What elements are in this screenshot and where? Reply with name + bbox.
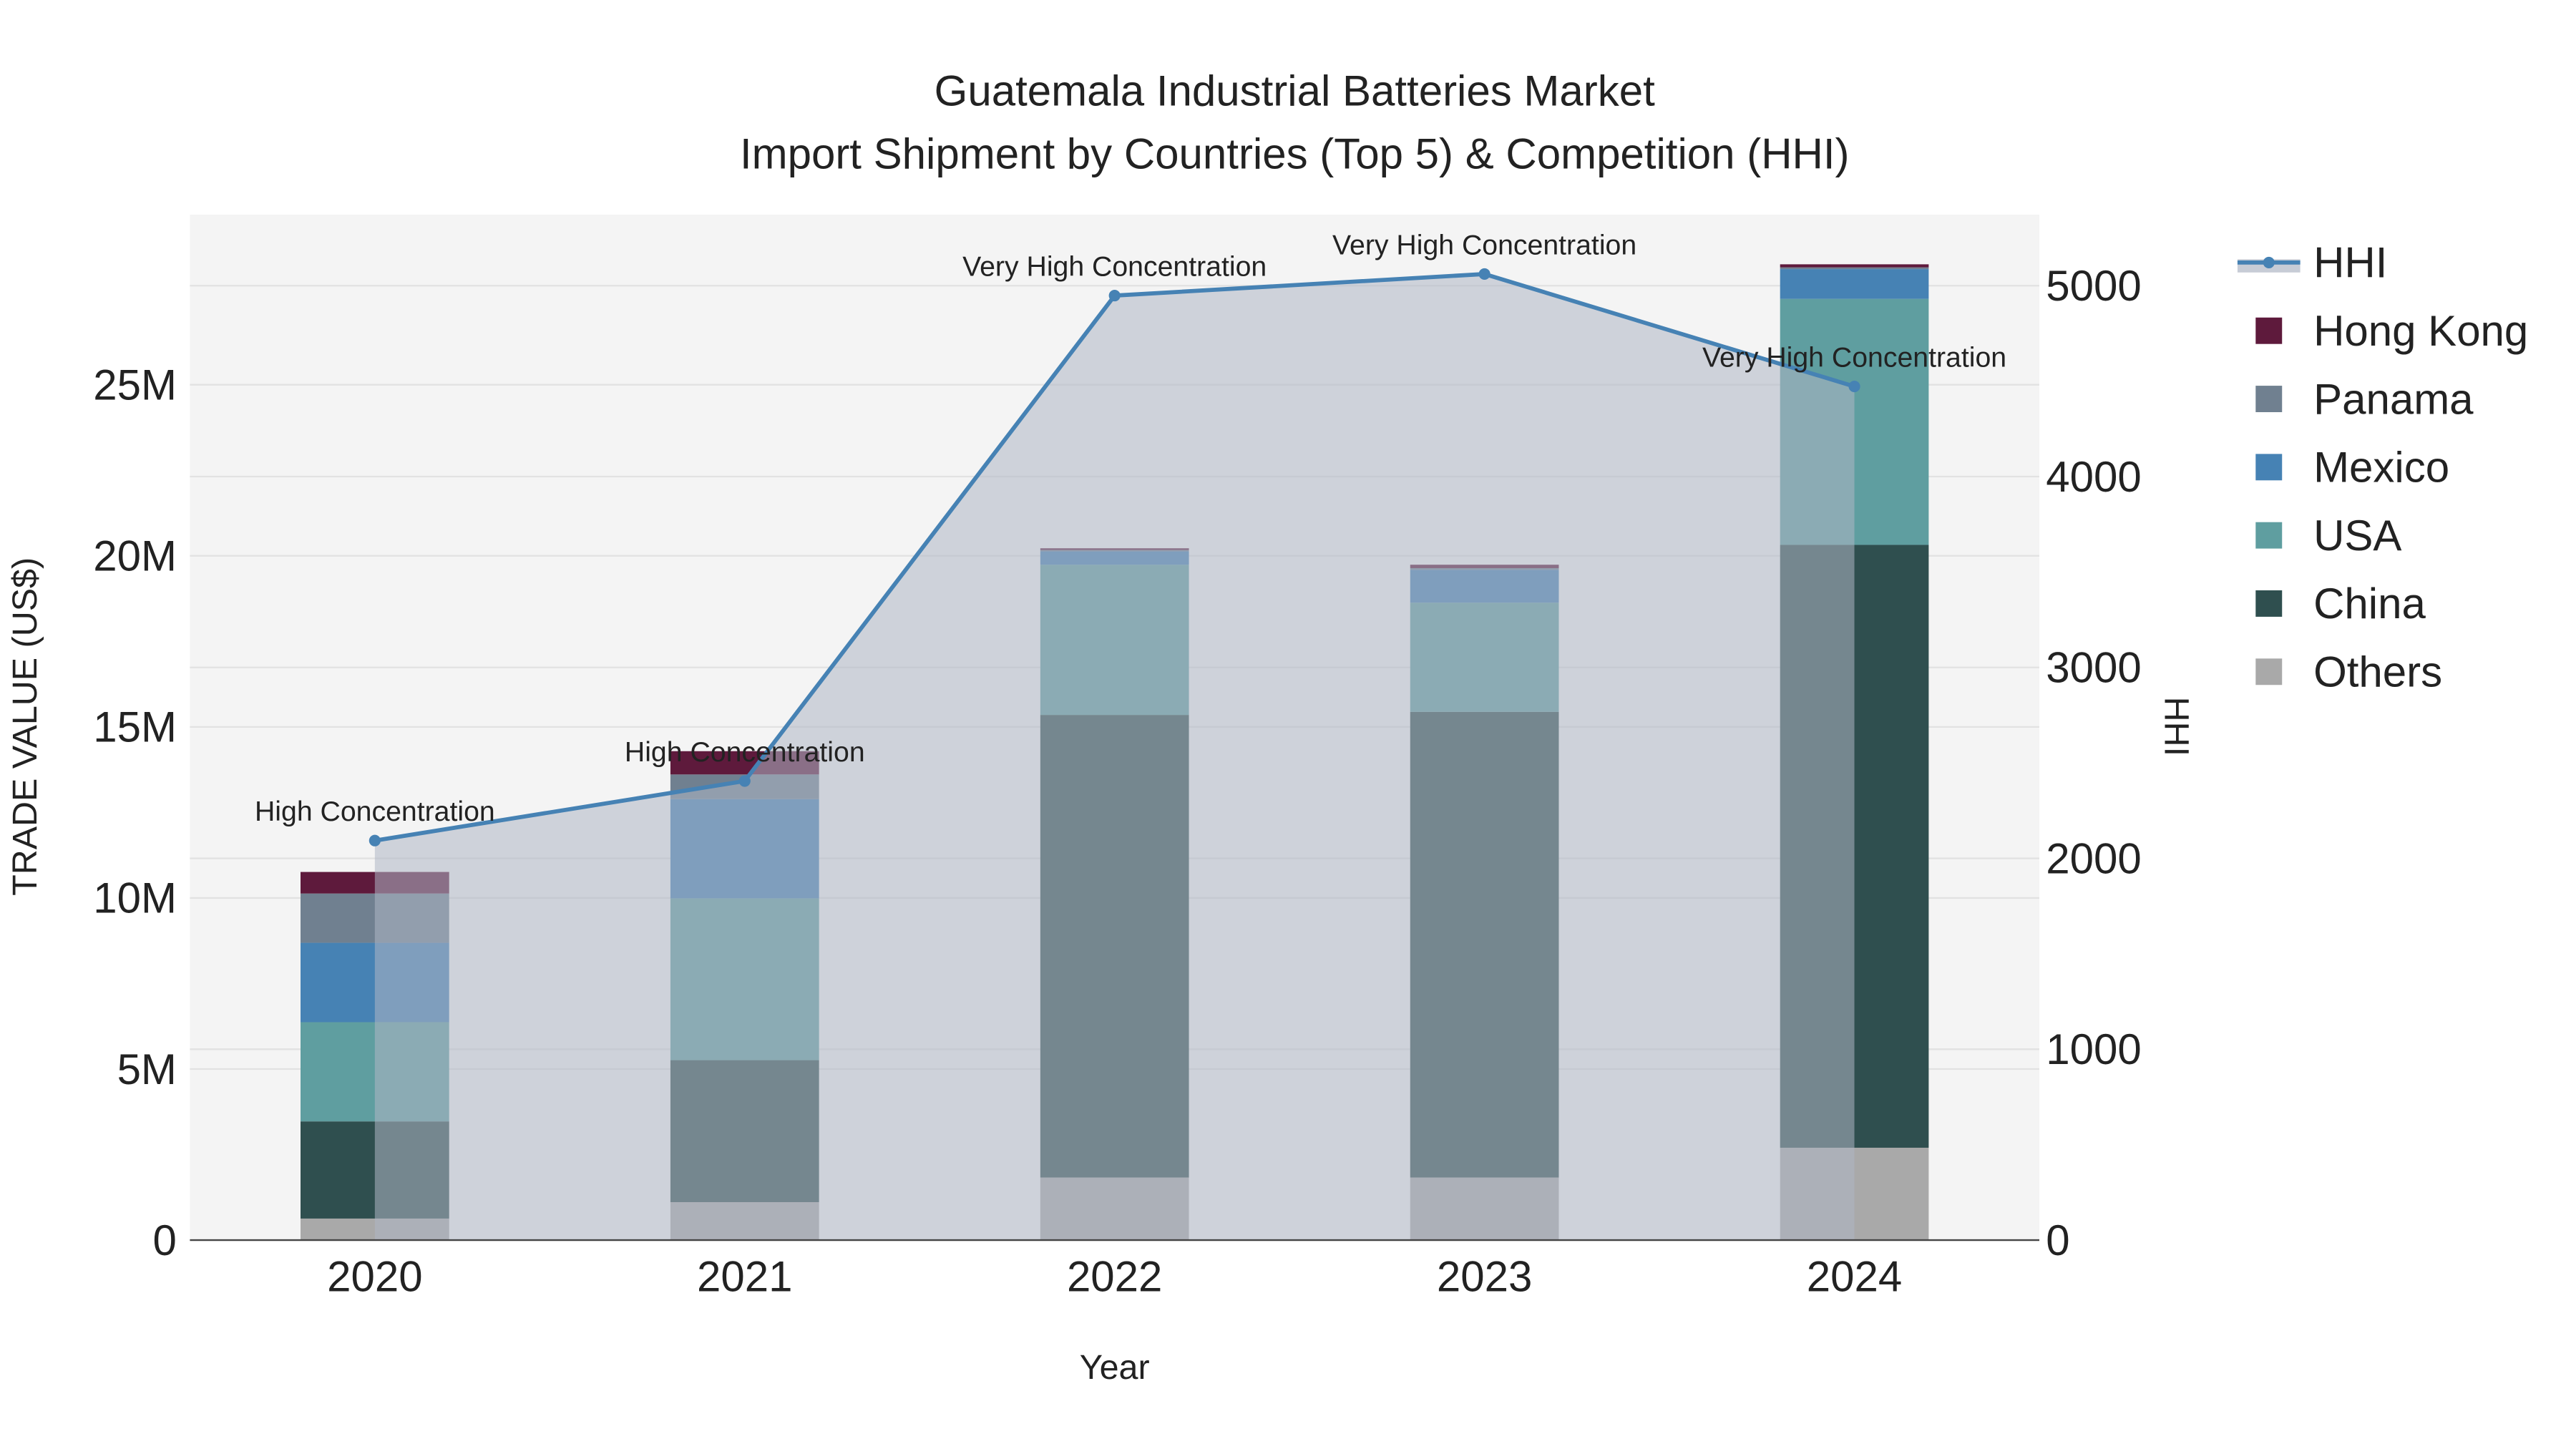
y-tick-label: 0 [153,1216,177,1264]
legend-swatch [2255,454,2283,481]
legend-label: China [2313,580,2426,628]
legend-marker [2263,256,2275,268]
hhi-annotation: High Concentration [255,796,495,827]
x-tick-label: 2024 [1807,1253,1902,1301]
legend-label: Others [2313,648,2442,696]
legend-label: Hong Kong [2313,307,2528,355]
legend-item-hhi[interactable]: HHI [2237,239,2387,287]
legend-swatch [2255,317,2283,344]
chart-subtitle: Import Shipment by Countries (Top 5) & C… [740,130,1850,177]
x-tick-label: 2023 [1437,1253,1532,1301]
bar-hong-kong [1780,264,1929,268]
hhi-annotation: Very High Concentration [1332,229,1636,260]
legend-label: HHI [2313,239,2387,287]
y-tick-label: 20M [93,532,177,580]
bar-panama [1780,267,1929,270]
x-axis-title: Year [1080,1348,1150,1387]
y2-tick-label: 4000 [2046,453,2141,501]
y2-tick-label: 5000 [2046,262,2141,310]
y-axis-title: TRADE VALUE (US$) [6,557,44,896]
x-tick-label: 2022 [1067,1253,1162,1301]
legend-swatch [2255,658,2283,686]
hhi-point [1108,290,1121,302]
chart-title: Guatemala Industrial Batteries Market [935,67,1655,115]
y-tick-label: 5M [117,1045,177,1093]
hhi-annotation: Very High Concentration [962,250,1267,282]
legend-swatch [2255,522,2283,549]
y-tick-label: 25M [93,361,177,409]
legend-item-china[interactable]: China [2255,580,2426,628]
legend-swatch [2255,386,2283,412]
legend-label: Panama [2313,375,2474,423]
x-tick-label: 2021 [697,1253,792,1301]
legend-swatch [2255,590,2283,617]
hhi-point [1478,268,1491,280]
legend-item-usa[interactable]: USA [2255,512,2401,560]
y2-tick-label: 1000 [2046,1025,2141,1073]
y-tick-label: 10M [93,874,177,922]
legend-item-panama[interactable]: Panama [2255,375,2474,423]
hhi-point [369,834,381,847]
y2-tick-label: 0 [2046,1216,2069,1264]
chart: High Concentration High Concentration Very… [6,67,2529,1387]
hhi-point [738,775,751,787]
legend-item-hong-kong[interactable]: Hong Kong [2255,307,2528,355]
y2-axis-title: HHI [2157,697,2195,756]
legend-label: USA [2313,512,2401,560]
legend-label: Mexico [2313,444,2449,492]
hhi-annotation: High Concentration [625,736,865,768]
y2-tick-label: 3000 [2046,644,2141,692]
bar-mexico [1780,269,1929,299]
y2-tick-label: 2000 [2046,834,2141,882]
legend-item-others[interactable]: Others [2255,648,2442,696]
hhi-annotation: Very High Concentration [1702,341,2006,373]
y-tick-label: 15M [93,703,177,751]
legend-item-mexico[interactable]: Mexico [2255,444,2449,492]
legend: HHI Hong Kong Panama Mexico USA China Others [2237,239,2528,696]
hhi-point [1848,381,1860,393]
x-tick-label: 2020 [327,1253,422,1301]
